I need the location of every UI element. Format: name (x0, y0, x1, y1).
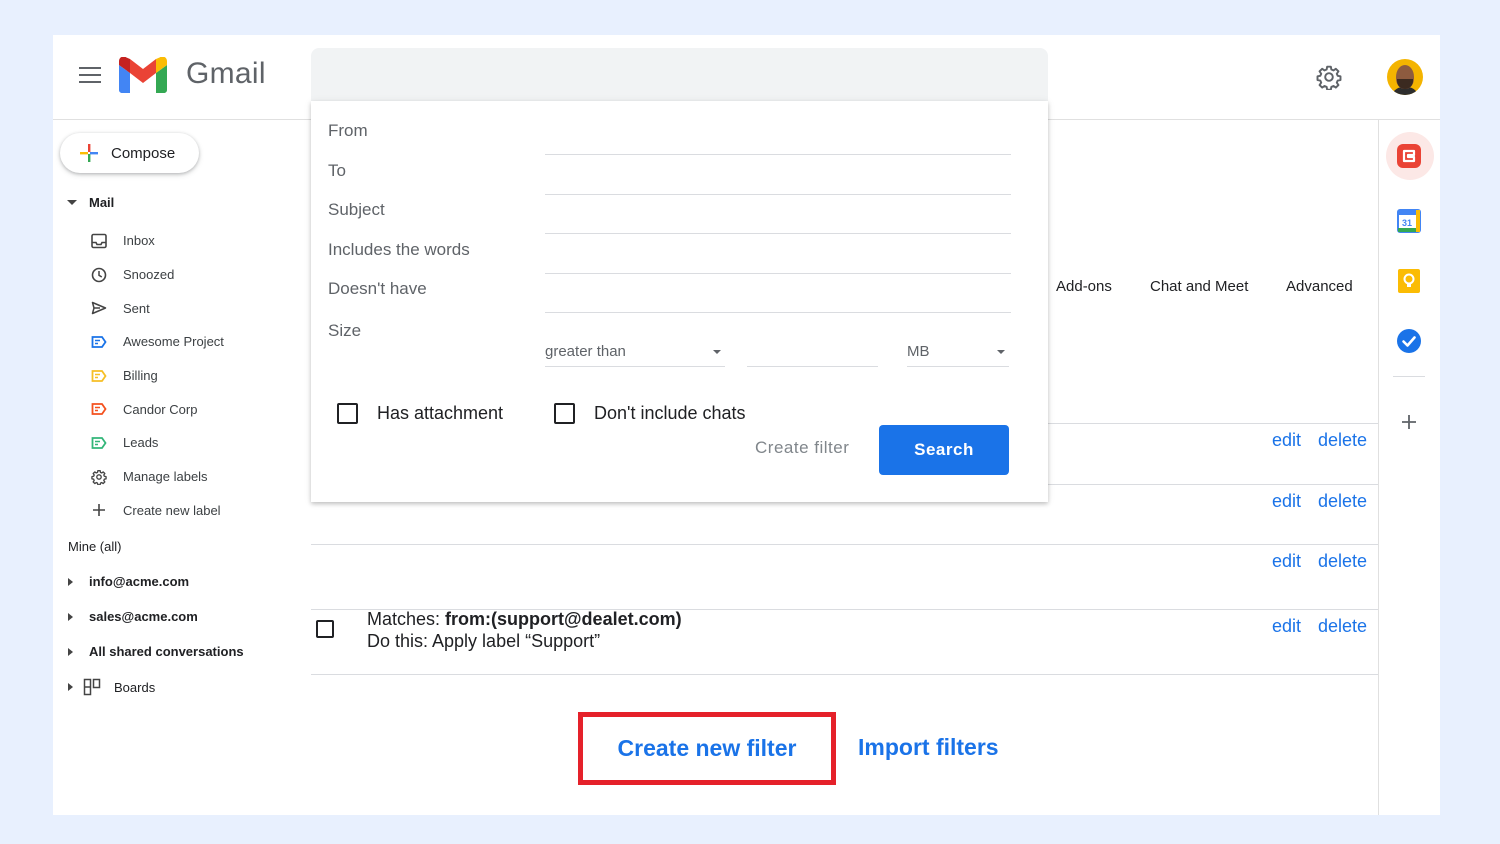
includes-words-label: Includes the words (328, 240, 470, 260)
delete-filter-link[interactable]: delete (1318, 616, 1367, 637)
hiver-app-icon[interactable] (1395, 142, 1423, 170)
size-value-input[interactable] (747, 341, 878, 367)
subject-field-row: Subject (328, 200, 1011, 236)
sidebar-item-awesome-project[interactable]: Awesome Project (90, 325, 224, 359)
filter-select-checkbox[interactable] (316, 620, 334, 638)
main-menu-icon[interactable] (79, 67, 101, 83)
clock-icon (90, 266, 107, 283)
edit-filter-link[interactable]: edit (1272, 430, 1301, 451)
filter-action-text: Do this: Apply label “Support” (367, 630, 682, 652)
search-options-panel: From To Subject Includes the words Doesn… (311, 101, 1048, 502)
dont-include-chats-label: Don't include chats (594, 403, 746, 424)
dropdown-arrow-icon (713, 350, 721, 354)
account-sales[interactable]: sales@acme.com (68, 609, 198, 624)
has-attachment-checkbox[interactable] (337, 403, 358, 424)
boards-item[interactable]: Boards (68, 678, 155, 696)
sidebar-item-snoozed[interactable]: Snoozed (90, 258, 224, 292)
sidebar-item-leads[interactable]: Leads (90, 426, 224, 460)
doesnt-have-input[interactable] (545, 312, 1011, 313)
compose-label: Compose (111, 145, 175, 162)
import-filters-link[interactable]: Import filters (858, 734, 999, 761)
sidebar-item-manage-labels[interactable]: Manage labels (90, 460, 224, 494)
delete-filter-link[interactable]: delete (1318, 430, 1367, 451)
search-button[interactable]: Search (879, 425, 1009, 475)
sidebar-item-candor-corp[interactable]: Candor Corp (90, 392, 224, 426)
expand-caret-icon (68, 683, 73, 691)
delete-filter-link[interactable]: delete (1318, 491, 1367, 512)
size-operator-select[interactable]: greater than (545, 341, 725, 367)
add-app-plus-icon[interactable] (1395, 408, 1423, 436)
sidebar-item-sent[interactable]: Sent (90, 291, 224, 325)
sidebar-item-create-new-label[interactable]: Create new label (90, 494, 224, 528)
expand-caret-icon (68, 648, 73, 656)
tab-chat-and-meet[interactable]: Chat and Meet (1150, 278, 1248, 295)
gmail-window: Gmail Compose Mail Inbox (53, 35, 1440, 815)
settings-gear-icon[interactable] (1316, 64, 1342, 90)
label-icon (90, 367, 107, 384)
dont-include-chats-checkbox[interactable] (554, 403, 575, 424)
keep-icon[interactable] (1395, 267, 1423, 295)
expand-caret-icon (68, 613, 73, 621)
mail-section-header[interactable]: Mail (67, 195, 114, 210)
account-avatar[interactable] (1387, 59, 1423, 95)
tasks-icon[interactable] (1395, 327, 1423, 355)
sidebar-item-inbox[interactable]: Inbox (90, 224, 224, 258)
create-filter-button[interactable]: Create filter (755, 438, 849, 458)
subject-input[interactable] (545, 233, 1011, 234)
gear-icon (90, 468, 107, 485)
label-icon (90, 401, 107, 418)
mail-nav-list: Inbox Snoozed Sent Awesome Project Billi… (90, 224, 224, 527)
calendar-icon[interactable]: 31 (1395, 207, 1423, 235)
mine-all-header: Mine (all) (68, 539, 121, 554)
label-icon (90, 333, 107, 350)
side-apps-panel: 31 (1378, 120, 1440, 815)
subject-label: Subject (328, 200, 385, 220)
has-attachment-label: Has attachment (377, 403, 503, 424)
plus-icon (90, 502, 107, 519)
from-input[interactable] (545, 154, 1011, 155)
compose-plus-icon (78, 142, 100, 164)
doesnt-have-field-row: Doesn't have (328, 279, 1011, 315)
doesnt-have-label: Doesn't have (328, 279, 427, 299)
tab-advanced[interactable]: Advanced (1286, 278, 1353, 295)
size-unit-select[interactable]: MB (907, 341, 1009, 367)
row-divider (311, 544, 1378, 545)
dropdown-arrow-icon (997, 350, 1005, 354)
gmail-logo-icon (119, 57, 167, 93)
gmail-brand-text: Gmail (186, 57, 266, 91)
expand-caret-icon (68, 578, 73, 586)
send-icon (90, 300, 107, 317)
panel-divider (1393, 376, 1425, 377)
sidebar: Compose Mail Inbox Snoozed Sent Awesome … (53, 120, 311, 815)
delete-filter-link[interactable]: delete (1318, 551, 1367, 572)
label-icon (90, 434, 107, 451)
filter-criteria: from:(support@dealet.com) (445, 609, 682, 629)
all-shared-conversations[interactable]: All shared conversations (68, 644, 244, 659)
filter-description: Matches: from:(support@dealet.com) Do th… (367, 608, 682, 652)
sidebar-item-billing[interactable]: Billing (90, 359, 224, 393)
to-field-row: To (328, 161, 1011, 197)
from-field-row: From (328, 121, 1011, 157)
inbox-icon (90, 232, 107, 249)
tab-add-ons[interactable]: Add-ons (1056, 278, 1112, 295)
boards-icon (83, 678, 101, 696)
includes-words-field-row: Includes the words (328, 240, 1011, 276)
search-bar[interactable] (311, 48, 1048, 101)
row-divider (311, 674, 1378, 675)
edit-filter-link[interactable]: edit (1272, 551, 1301, 572)
to-input[interactable] (545, 194, 1011, 195)
edit-filter-link[interactable]: edit (1272, 616, 1301, 637)
account-info[interactable]: info@acme.com (68, 574, 189, 589)
size-label: Size (328, 321, 361, 341)
row-divider (311, 609, 1378, 610)
edit-filter-link[interactable]: edit (1272, 491, 1301, 512)
from-label: From (328, 121, 368, 141)
create-new-filter-link[interactable]: Create new filter (578, 712, 836, 785)
collapse-caret-icon (67, 200, 77, 205)
compose-button[interactable]: Compose (60, 133, 199, 173)
svg-text:31: 31 (1402, 218, 1412, 228)
to-label: To (328, 161, 346, 181)
includes-words-input[interactable] (545, 273, 1011, 274)
